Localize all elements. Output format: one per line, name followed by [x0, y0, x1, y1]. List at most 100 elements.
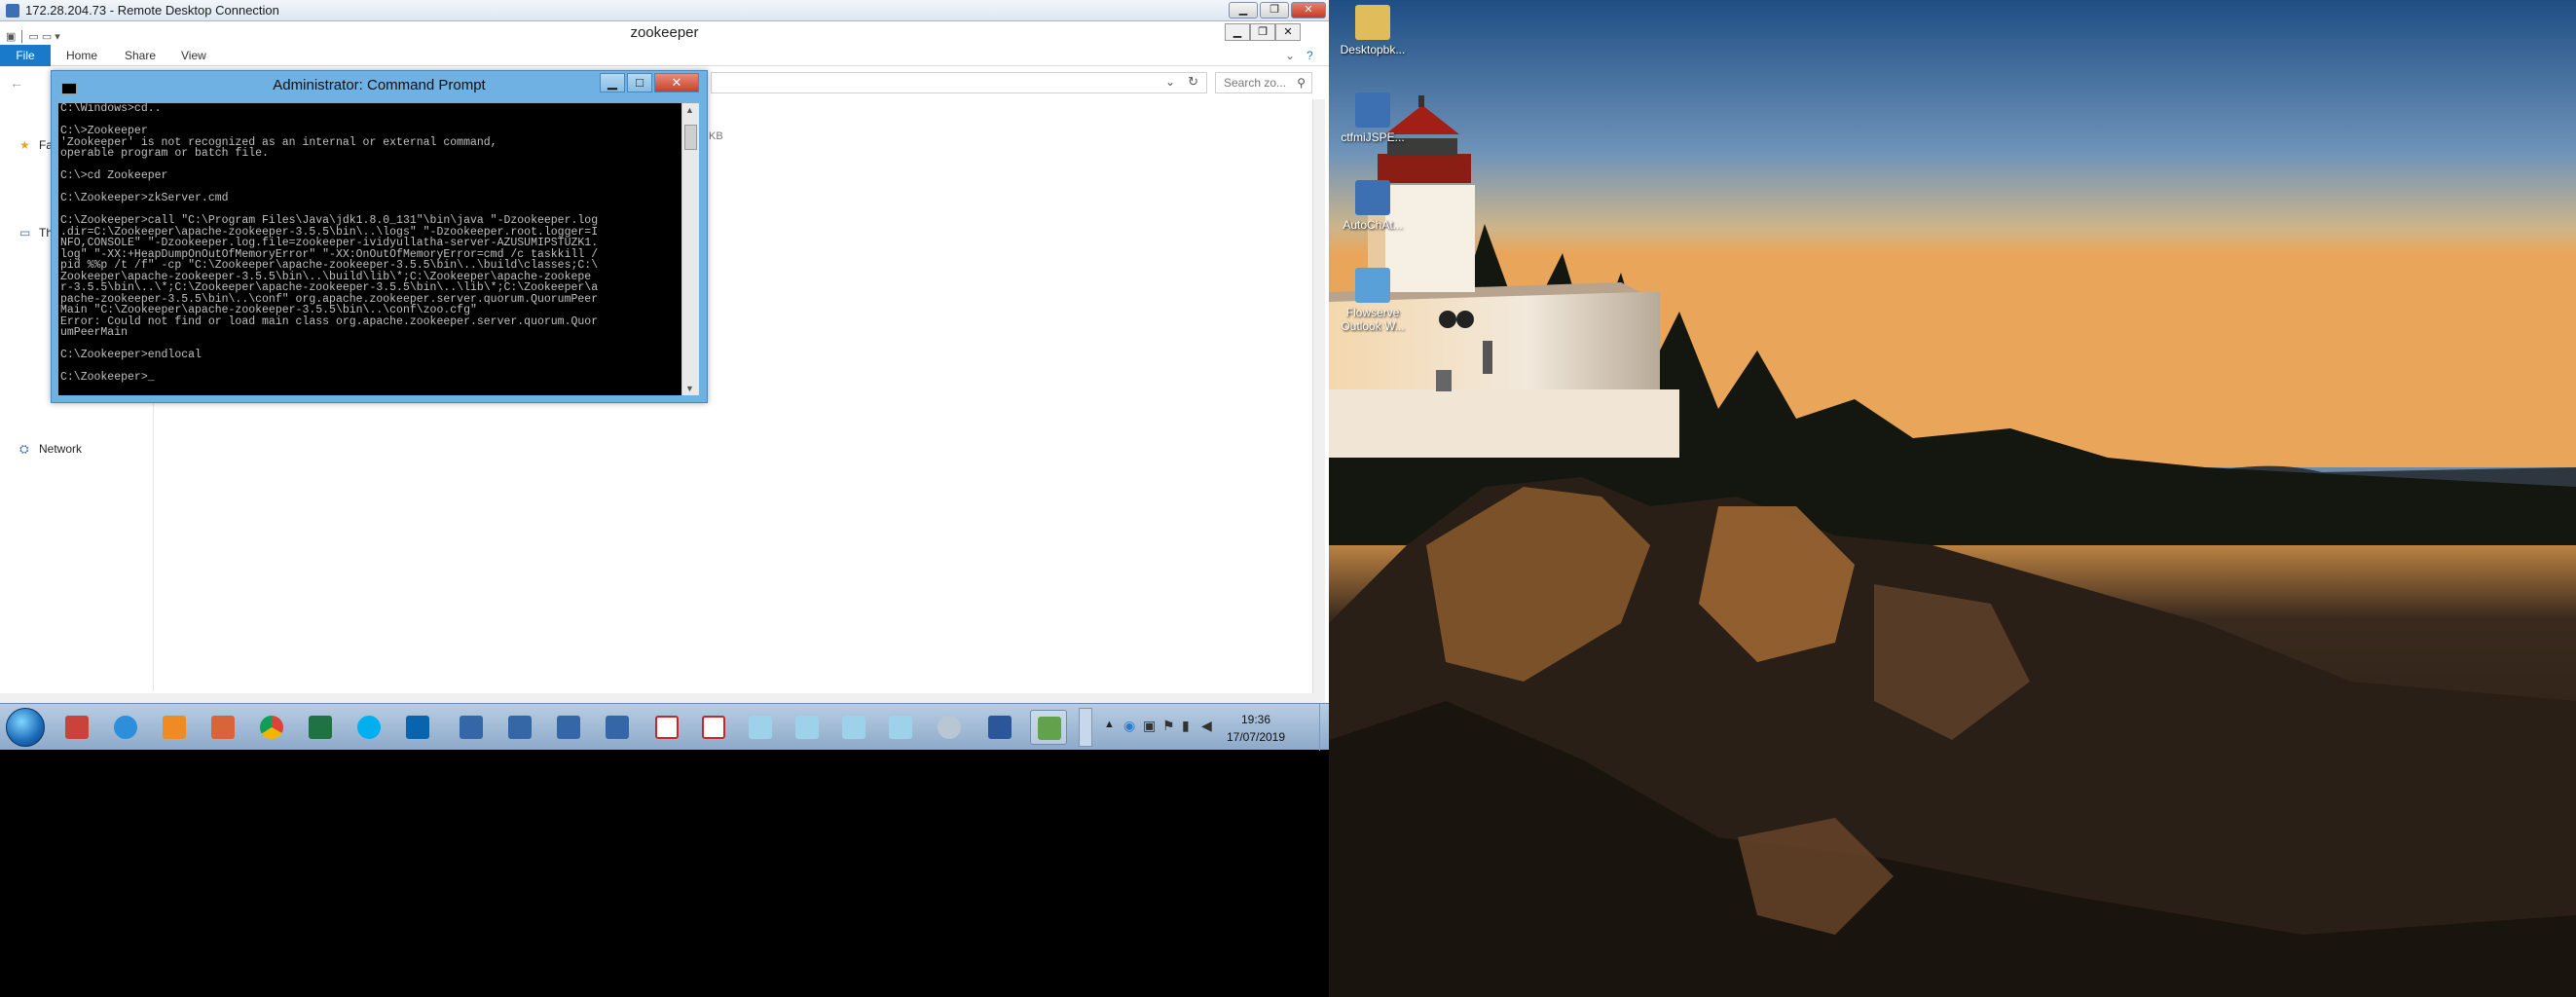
taskbar-remote-app-3[interactable]	[550, 710, 587, 745]
taskbar-pdf-1[interactable]	[648, 710, 685, 745]
explorer-vertical-scrollbar[interactable]	[1312, 99, 1325, 703]
flag-tray-icon[interactable]: ⚑	[1162, 718, 1175, 734]
cmd-scroll-thumb[interactable]	[684, 125, 697, 150]
pdf-icon	[655, 716, 679, 739]
remote-desktop-icon	[606, 716, 629, 739]
remote-taskbar: ▲ ◉ ▣ ⚑ ▮ ◀ 19:36 17/07/2019	[0, 703, 1329, 751]
console-line: pid %%p /t /f" -cp "C:\Zookeeper\apache-…	[60, 259, 599, 272]
start-button[interactable]	[6, 708, 45, 747]
taskbar-excel[interactable]	[302, 710, 339, 745]
cmd-close-button[interactable]: ✕	[654, 73, 699, 92]
taskbar-window-4[interactable]	[882, 710, 919, 745]
outlook-icon	[406, 716, 429, 739]
taskbar-settings[interactable]	[931, 710, 968, 745]
excel-icon	[309, 716, 332, 739]
taskbar-window-3[interactable]	[835, 710, 872, 745]
taskbar-remote-app-2[interactable]	[501, 710, 538, 745]
remote-desktop-icon	[6, 4, 19, 18]
rdp-close-button[interactable]: ✕	[1291, 2, 1326, 18]
tab-file[interactable]: File	[0, 45, 51, 66]
remote-desktop-icon	[508, 716, 532, 739]
ribbon-expand-icon[interactable]: ⌄	[1285, 45, 1295, 66]
skype-icon	[357, 716, 381, 739]
app-icon	[65, 716, 89, 739]
rdp-minimize-button[interactable]: ▁	[1229, 2, 1258, 18]
scroll-down-icon[interactable]: ▼	[685, 384, 694, 393]
refresh-icon[interactable]: ↻	[1188, 74, 1198, 90]
cmd-taskbar-icon	[1038, 717, 1061, 740]
back-arrow-icon[interactable]: ←	[10, 75, 23, 91]
explorer-minimize-button[interactable]: ▁	[1225, 23, 1250, 41]
folder-icon	[1355, 5, 1390, 40]
tab-view[interactable]: View	[181, 45, 206, 66]
screen: Desktopbk... ctfmiJSPE... AutoChAt... Fl…	[0, 0, 2576, 997]
shortcut-icon	[1355, 92, 1390, 128]
taskbar-pdf-2[interactable]	[695, 710, 732, 745]
taskbar-app-1[interactable]	[58, 710, 95, 745]
nav-network[interactable]: Network	[39, 442, 82, 456]
rdp-title: 172.28.204.73 - Remote Desktop Connectio…	[25, 3, 279, 18]
cmd-minimize-button[interactable]: ▁	[600, 73, 625, 92]
search-input[interactable]: Search zo... ⚲	[1215, 72, 1312, 93]
scroll-up-icon[interactable]: ▲	[685, 105, 694, 115]
desktop-icon-flowserve[interactable]: Flowserve Outlook W...	[1339, 268, 1407, 333]
explorer-restore-button[interactable]: ❐	[1250, 23, 1275, 41]
console-line: r-3.5.5\bin\..\*;C:\Zookeeper\apache-zoo…	[60, 281, 599, 294]
cmd-titlebar[interactable]: Administrator: Command Prompt ▁ □ ✕	[52, 71, 707, 100]
outlook-web-icon	[1355, 268, 1390, 303]
taskbar-command-prompt[interactable]	[1030, 710, 1067, 745]
console-line: Main "C:\Zookeeper\apache-zookeeper-3.5.…	[60, 304, 477, 316]
taskbar-internet-explorer[interactable]	[107, 710, 144, 745]
favorites-star-icon[interactable]: ★	[19, 138, 30, 152]
taskbar-window-1[interactable]	[742, 710, 779, 745]
shortcut-icon	[1355, 180, 1390, 215]
taskbar-remote-app-1[interactable]	[453, 710, 490, 745]
console-line: C:\>cd Zookeeper	[60, 169, 168, 182]
taskbar-chrome[interactable]	[253, 710, 290, 745]
desktop-icon-ctfmi[interactable]: ctfmiJSPE...	[1339, 92, 1407, 144]
cmd-console-output[interactable]: C:\Windows>cd.. C:\>Zookeeper 'Zookeeper'…	[58, 103, 681, 395]
console-line: C:\Zookeeper>call "C:\Program Files\Java…	[60, 214, 599, 227]
thispc-icon[interactable]: ▭	[19, 226, 30, 240]
taskbar-outlook[interactable]	[399, 710, 436, 745]
word-icon	[988, 716, 1012, 739]
network-tray-icon[interactable]: ◉	[1123, 718, 1135, 734]
media-player-icon	[163, 716, 186, 739]
show-desktop-button[interactable]	[1319, 704, 1329, 751]
desktop-icon-desktopbk[interactable]: Desktopbk...	[1339, 5, 1407, 56]
clock-time[interactable]: 19:36	[1207, 713, 1305, 726]
monitor-tray-icon[interactable]: ▣	[1143, 718, 1156, 734]
taskbar-remote-app-4[interactable]	[599, 710, 636, 745]
rdp-restore-button[interactable]: ❐	[1260, 2, 1289, 18]
battery-tray-icon[interactable]: ▮	[1182, 718, 1190, 734]
rdp-titlebar[interactable]: 172.28.204.73 - Remote Desktop Connectio…	[0, 0, 1329, 21]
cmd-vertical-scrollbar[interactable]: ▲ ▼	[681, 103, 699, 395]
cmd-maximize-button[interactable]: □	[627, 73, 652, 92]
console-line: Error: Could not find or load main class…	[60, 314, 599, 328]
local-desktop: Desktopbk... ctfmiJSPE... AutoChAt... Fl…	[1329, 0, 2576, 997]
address-dropdown-icon[interactable]: ⌄	[1165, 75, 1175, 89]
taskbar-paint[interactable]	[204, 710, 241, 745]
taskbar-word[interactable]	[981, 710, 1018, 745]
taskbar-window-2[interactable]	[789, 710, 826, 745]
console-line: C:\Zookeeper>endlocal	[60, 349, 202, 361]
help-icon[interactable]: ?	[1306, 45, 1313, 66]
tab-share[interactable]: Share	[125, 45, 156, 66]
taskbar-media-player[interactable]	[156, 710, 193, 745]
remote-desktop-icon	[460, 716, 483, 739]
tab-home[interactable]: Home	[66, 45, 97, 66]
window-icon	[795, 716, 819, 739]
clock-date[interactable]: 17/07/2019	[1207, 730, 1305, 744]
explorer-titlebar[interactable]: ▣ │ ▭ ▭ ▾ zookeeper ▁ ❐ ✕	[0, 21, 1329, 45]
desktop-icon-autochat[interactable]: AutoChAt...	[1339, 180, 1407, 232]
paint-icon	[211, 716, 235, 739]
address-bar[interactable]: ⌄ ↻	[711, 72, 1207, 93]
taskbar-skype[interactable]	[350, 710, 387, 745]
explorer-close-button[interactable]: ✕	[1275, 23, 1301, 41]
search-icon: ⚲	[1297, 76, 1306, 90]
remote-desktop-icon	[557, 716, 580, 739]
network-icon[interactable]: ⛭	[19, 442, 29, 457]
tray-expand-icon[interactable]: ▲	[1104, 719, 1115, 730]
console-line: C:\Windows>cd..	[60, 103, 162, 115]
